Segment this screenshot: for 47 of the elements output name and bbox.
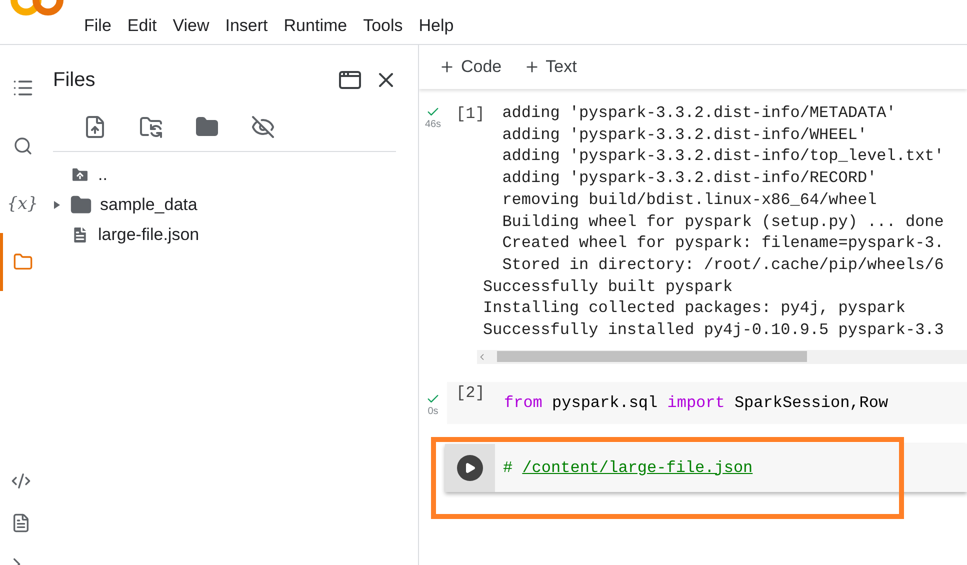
file-row[interactable]: large-file.json bbox=[52, 220, 418, 250]
output-line: adding 'pyspark-3.3.2.dist-info/RECORD' bbox=[501, 168, 878, 190]
plus-icon bbox=[439, 59, 455, 75]
file-row[interactable]: sample_data bbox=[52, 190, 418, 220]
play-icon bbox=[464, 462, 476, 474]
menu-item[interactable]: Insert bbox=[217, 16, 276, 36]
execution-count: [1] bbox=[455, 104, 483, 123]
search-icon bbox=[12, 136, 32, 156]
panel-title: Files bbox=[53, 68, 96, 92]
horizontal-scrollbar[interactable] bbox=[477, 350, 967, 364]
menu-item[interactable]: View bbox=[164, 16, 218, 36]
window-icon[interactable] bbox=[338, 68, 362, 92]
code-line: from pyspark.sql import SparkSession,Row bbox=[504, 394, 888, 412]
output-line: Stored in directory: /root/.cache/pip/wheels/6 bbox=[501, 254, 945, 276]
output-line: removing build/bdist.linux-x86_64/wheel bbox=[501, 190, 878, 211]
output-line: adding 'pyspark-3.3.2.dist-info/METADATA' bbox=[501, 103, 897, 124]
menu-item[interactable]: Edit bbox=[119, 16, 165, 36]
upload-icon[interactable] bbox=[83, 115, 107, 139]
variables-button[interactable]: {x} bbox=[0, 175, 42, 233]
code-icon[interactable] bbox=[11, 471, 31, 491]
file-row[interactable]: .. bbox=[52, 160, 418, 190]
menu-item[interactable]: Runtime bbox=[276, 16, 356, 36]
execution-count: [2] bbox=[455, 382, 486, 402]
folder-icon bbox=[12, 252, 32, 272]
output-line: Installing collected packages: py4j, pyspark bbox=[483, 298, 906, 320]
code-line: # /content/large-file.json bbox=[503, 458, 753, 477]
output-line: Created wheel for pyspark: filename=pyspark-3. bbox=[501, 233, 945, 254]
output-line: adding 'pyspark-3.3.2.dist-info/WHEEL' bbox=[501, 124, 868, 146]
menu-item[interactable]: Tools bbox=[355, 16, 411, 36]
output-line: Successfully installed py4j-0.10.9.5 pyspark-3.3 bbox=[483, 320, 945, 342]
plus-icon bbox=[524, 59, 540, 75]
output-line: Building wheel for pyspark (setup.py) ... done bbox=[501, 212, 945, 233]
caret-icon[interactable] bbox=[52, 200, 62, 210]
eye-off-icon[interactable] bbox=[251, 115, 275, 139]
run-button[interactable] bbox=[457, 454, 483, 481]
run-time: 46s bbox=[424, 119, 442, 130]
run-time: 0s bbox=[428, 406, 438, 417]
folder-refresh-icon[interactable] bbox=[139, 115, 163, 139]
output-line: Successfully built pyspark bbox=[483, 276, 734, 298]
command-palette-icon[interactable] bbox=[11, 513, 31, 533]
menu-item[interactable]: File bbox=[76, 16, 120, 36]
add-cell-button[interactable]: Code bbox=[439, 57, 502, 77]
add-cell-button[interactable]: Text bbox=[524, 57, 577, 77]
menu-item[interactable]: Help bbox=[410, 16, 462, 36]
drive-folder-icon[interactable] bbox=[195, 115, 219, 139]
output-line: adding 'pyspark-3.3.2.dist-info/top_level.txt' bbox=[501, 146, 945, 168]
folder-icon bbox=[70, 194, 92, 216]
